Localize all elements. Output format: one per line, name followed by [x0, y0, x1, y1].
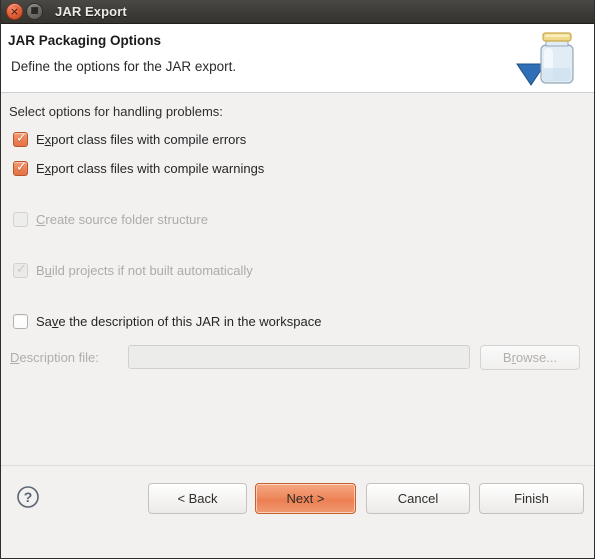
description-file-input[interactable] — [128, 345, 470, 369]
check-glyph: ✓ — [16, 131, 27, 146]
browse-button[interactable]: Browse... — [480, 345, 580, 370]
checkbox-create-source-folder-structure — [13, 211, 28, 227]
window-title: JAR Export — [55, 4, 127, 19]
check-glyph: ✓ — [16, 262, 27, 277]
close-glyph: × — [9, 5, 20, 18]
page-title: JAR Packaging Options — [8, 33, 162, 48]
options-pane: Select options for handling problems: ✓ … — [0, 93, 595, 465]
checkbox-build-projects-if-not-built: ✓ — [13, 262, 28, 278]
description-file-label: Description file: — [10, 350, 99, 365]
checkbox-label-save-description-in-workspace: Save the description of this JAR in the … — [36, 313, 322, 329]
back-button[interactable]: < Back — [148, 483, 247, 514]
next-button[interactable]: Next > — [255, 483, 356, 514]
checkbox-label-export-compile-warnings: Export class files with compile warnings — [36, 160, 265, 176]
description-file-row: Description file: Browse... — [0, 345, 595, 371]
page-description: Define the options for the JAR export. — [11, 59, 237, 74]
checkbox-row-export-compile-errors[interactable]: ✓ Export class files with compile errors — [13, 130, 246, 148]
maximize-glyph: ■ — [30, 6, 39, 16]
cancel-button[interactable]: Cancel — [366, 483, 470, 514]
group-label: Select options for handling problems: — [9, 104, 223, 119]
checkbox-row-build-projects-if-not-built: ✓ Build projects if not built automatica… — [13, 261, 253, 279]
checkbox-row-save-description-in-workspace[interactable]: Save the description of this JAR in the … — [13, 312, 321, 330]
check-glyph: ✓ — [16, 160, 27, 175]
close-icon[interactable]: × — [6, 3, 23, 20]
jar-export-icon — [516, 32, 574, 86]
checkbox-row-export-compile-warnings[interactable]: ✓ Export class files with compile warnin… — [13, 159, 264, 177]
checkbox-row-create-source-folder-structure: Create source folder structure — [13, 210, 208, 228]
checkbox-label-build-projects-if-not-built: Build projects if not built automaticall… — [36, 262, 253, 278]
wizard-header: JAR Packaging Options Define the options… — [0, 24, 595, 93]
finish-button[interactable]: Finish — [479, 483, 584, 514]
checkbox-label-export-compile-errors: Export class files with compile errors — [36, 131, 247, 147]
checkbox-export-compile-warnings[interactable]: ✓ — [13, 160, 28, 176]
maximize-icon[interactable]: ■ — [26, 3, 43, 20]
svg-text:?: ? — [24, 489, 33, 505]
checkbox-label-create-source-folder-structure: Create source folder structure — [36, 211, 208, 227]
help-icon[interactable]: ? — [16, 485, 40, 509]
checkbox-export-compile-errors[interactable]: ✓ — [13, 131, 28, 147]
dialog-footer: ? < Back Next > Cancel Finish — [0, 465, 595, 558]
jar-export-dialog: × ■ JAR Export JAR Packaging Options Def… — [0, 0, 595, 559]
checkbox-save-description-in-workspace[interactable] — [13, 313, 28, 329]
title-bar: × ■ JAR Export — [0, 0, 595, 24]
